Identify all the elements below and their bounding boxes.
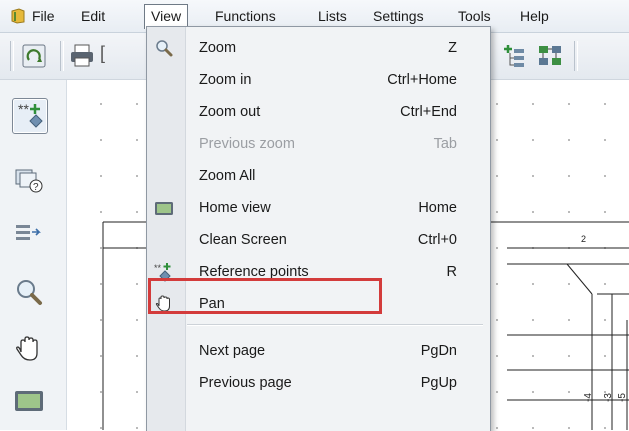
menu-item-previous-page[interactable]: Previous page PgUp xyxy=(147,367,490,399)
menu-help[interactable]: Help xyxy=(520,8,549,24)
menu-item-shortcut: Home xyxy=(418,200,457,216)
svg-text:**: ** xyxy=(154,263,162,273)
menu-separator xyxy=(187,324,483,326)
toolbar-separator xyxy=(60,41,64,71)
menu-item-shortcut: PgUp xyxy=(420,375,457,391)
list-insert-icon[interactable] xyxy=(12,218,46,252)
canvas-vertical-label: -3 xyxy=(603,393,614,402)
monitor-icon xyxy=(155,202,173,215)
menu-item-label: Zoom in xyxy=(199,72,252,88)
view-menu-dropdown: Zoom Z Zoom in Ctrl+Home Zoom out Ctrl+E… xyxy=(146,26,491,431)
app-icon xyxy=(11,8,25,24)
svg-text:**: ** xyxy=(18,101,29,117)
tree-add-icon[interactable] xyxy=(500,43,528,69)
menu-item-label: Clean Screen xyxy=(199,232,287,248)
toolbar-separator xyxy=(574,41,578,71)
monitor-icon[interactable] xyxy=(12,384,46,418)
menu-file[interactable]: File xyxy=(32,8,55,24)
svg-text:?: ? xyxy=(33,182,39,193)
menu-item-shortcut: Ctrl+Home xyxy=(387,72,457,88)
menu-item-label: Zoom All xyxy=(199,168,256,184)
menu-item-zoom-out[interactable]: Zoom out Ctrl+End xyxy=(147,96,490,128)
menu-item-shortcut: R xyxy=(446,264,457,280)
menu-item-zoom-all[interactable]: Zoom All xyxy=(147,160,490,192)
menu-item-shortcut: PgDn xyxy=(420,343,457,359)
menu-edit[interactable]: Edit xyxy=(81,8,105,24)
menu-item-shortcut: Ctrl+0 xyxy=(417,232,457,248)
menu-lists[interactable]: Lists xyxy=(318,8,347,24)
menu-settings[interactable]: Settings xyxy=(373,8,424,24)
menu-item-label: Previous page xyxy=(199,375,292,391)
menu-item-shortcut: Tab xyxy=(433,136,457,152)
reference-points-tool-button[interactable]: ** xyxy=(12,98,48,134)
menu-item-label: Previous zoom xyxy=(199,136,295,152)
menu-item-zoom[interactable]: Zoom Z xyxy=(147,32,490,64)
menu-item-label: Zoom xyxy=(199,40,237,56)
book-help-icon[interactable]: ? xyxy=(12,162,46,196)
menu-item-clean-screen[interactable]: Clean Screen Ctrl+0 xyxy=(147,224,490,256)
menu-item-previous-zoom: Previous zoom Tab xyxy=(147,128,490,160)
menu-item-zoom-in[interactable]: Zoom in Ctrl+Home xyxy=(147,64,490,96)
toolbar-partial-icon: [ xyxy=(100,43,106,63)
hierarchy-icon[interactable] xyxy=(536,43,564,69)
reference-points-icon: ** xyxy=(18,101,43,128)
menu-item-label: Zoom out xyxy=(199,104,261,120)
menu-item-label: Next page xyxy=(199,343,266,359)
canvas-label-2: 2 xyxy=(581,234,586,244)
menu-item-label: Home view xyxy=(199,200,271,216)
menu-tools[interactable]: Tools xyxy=(458,8,491,24)
menu-item-shortcut: Z xyxy=(448,40,457,56)
toolbar-separator xyxy=(10,41,14,71)
canvas-vertical-label: -4 xyxy=(583,393,594,402)
menu-functions[interactable]: Functions xyxy=(215,8,276,24)
canvas-vertical-label: -5 xyxy=(617,393,628,402)
magnifier-icon[interactable] xyxy=(12,276,46,310)
menu-item-shortcut: Ctrl+End xyxy=(400,104,457,120)
refresh-icon[interactable] xyxy=(20,43,48,69)
menu-item-next-page[interactable]: Next page PgDn xyxy=(147,335,490,367)
highlight-annotation xyxy=(148,278,382,314)
tool-column: ** ? xyxy=(0,80,67,430)
print-icon[interactable] xyxy=(68,43,96,69)
magnifier-icon xyxy=(156,40,173,57)
menu-item-home-view[interactable]: Home view Home xyxy=(147,192,490,224)
hand-icon[interactable] xyxy=(12,332,46,366)
